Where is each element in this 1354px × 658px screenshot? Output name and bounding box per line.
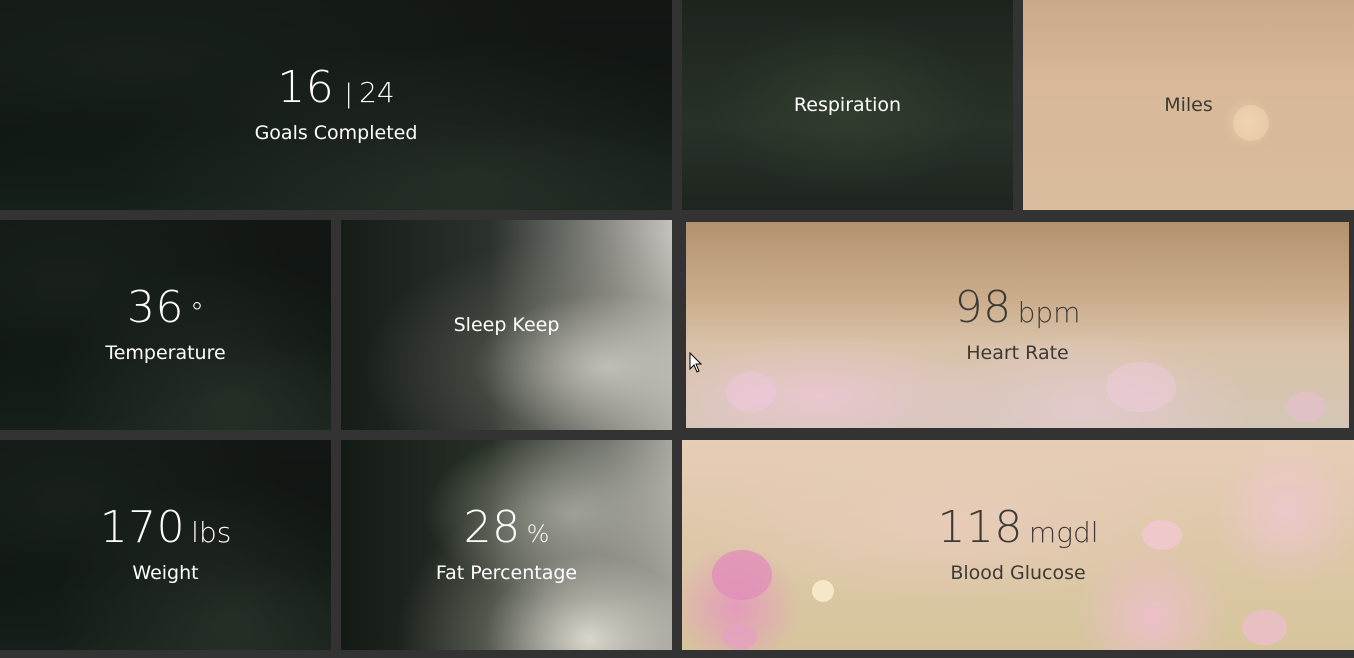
heart-rate-content: 98 bpm Heart Rate <box>955 286 1081 365</box>
goals-value-line: 16 | 24 <box>255 66 418 110</box>
goals-label: Goals Completed <box>254 122 418 144</box>
temperature-label: Temperature <box>105 342 226 364</box>
goals-separator: | <box>344 79 354 109</box>
bokeh-flower <box>1286 392 1326 422</box>
fat-unit: % <box>526 520 550 548</box>
sleep-label: Sleep Keep <box>453 314 560 336</box>
weight-value-line: 170 lbs <box>100 506 232 550</box>
heart-rate-tile[interactable]: 98 bpm Heart Rate <box>686 222 1349 428</box>
respiration-content: Respiration <box>794 94 901 116</box>
weight-content: 170 lbs Weight <box>100 506 232 585</box>
miles-tile[interactable]: Miles <box>1023 0 1354 210</box>
goals-value: 16 <box>277 62 335 113</box>
weight-unit: lbs <box>191 516 232 549</box>
blood-glucose-tile[interactable]: 118 mgdl Blood Glucose <box>682 440 1354 650</box>
fat-value: 28 <box>463 502 521 553</box>
miles-label: Miles <box>1164 94 1213 116</box>
glucose-value-line: 118 mgdl <box>937 506 1098 550</box>
weight-label: Weight <box>132 562 199 584</box>
bokeh-flower <box>1106 362 1176 412</box>
bokeh-flower <box>812 580 834 602</box>
fat-value-line: 28% <box>436 506 577 550</box>
bokeh-flower <box>1242 610 1287 645</box>
temperature-content: 36 ° Temperature <box>105 286 226 365</box>
temperature-unit: ° <box>189 296 204 329</box>
glucose-value: 118 <box>937 502 1023 553</box>
temperature-value-line: 36 ° <box>105 286 225 330</box>
heart-rate-value-line: 98 bpm <box>955 286 1081 330</box>
heart-rate-label: Heart Rate <box>966 342 1069 364</box>
respiration-label: Respiration <box>793 94 902 116</box>
goals-completed-tile[interactable]: 16 | 24 Goals Completed <box>0 0 672 210</box>
bokeh-flower <box>726 372 776 412</box>
weight-tile[interactable]: 170 lbs Weight <box>0 440 331 650</box>
dashboard-board: 16 | 24 Goals Completed Respiration Miles … <box>0 0 1354 658</box>
temperature-tile[interactable]: 36 ° Temperature <box>0 220 331 430</box>
goals-total: 24 <box>359 76 395 109</box>
glucose-unit: mgdl <box>1028 516 1099 549</box>
respiration-tile[interactable]: Respiration <box>682 0 1013 210</box>
bokeh-flower <box>1142 520 1182 550</box>
sleep-keep-tile[interactable]: Sleep Keep <box>341 220 672 430</box>
bokeh-flower <box>712 550 772 600</box>
goals-content: 16 | 24 Goals Completed <box>254 66 418 145</box>
fat-content: 28% Fat Percentage <box>435 506 578 585</box>
heart-rate-unit: bpm <box>1017 296 1081 329</box>
heart-rate-value: 98 <box>954 282 1012 333</box>
glucose-content: 118 mgdl Blood Glucose <box>937 506 1098 585</box>
sleep-content: Sleep Keep <box>454 314 560 336</box>
weight-value: 170 <box>99 502 186 553</box>
fat-percentage-tile[interactable]: 28% Fat Percentage <box>341 440 672 650</box>
mouse-cursor-icon <box>689 352 703 373</box>
fat-label: Fat Percentage <box>435 562 578 584</box>
miles-content: Miles <box>1164 94 1213 116</box>
bokeh-flower <box>722 625 757 650</box>
glucose-label: Blood Glucose <box>950 562 1086 584</box>
temperature-value: 36 <box>126 282 184 333</box>
bokeh-light <box>1233 105 1269 141</box>
